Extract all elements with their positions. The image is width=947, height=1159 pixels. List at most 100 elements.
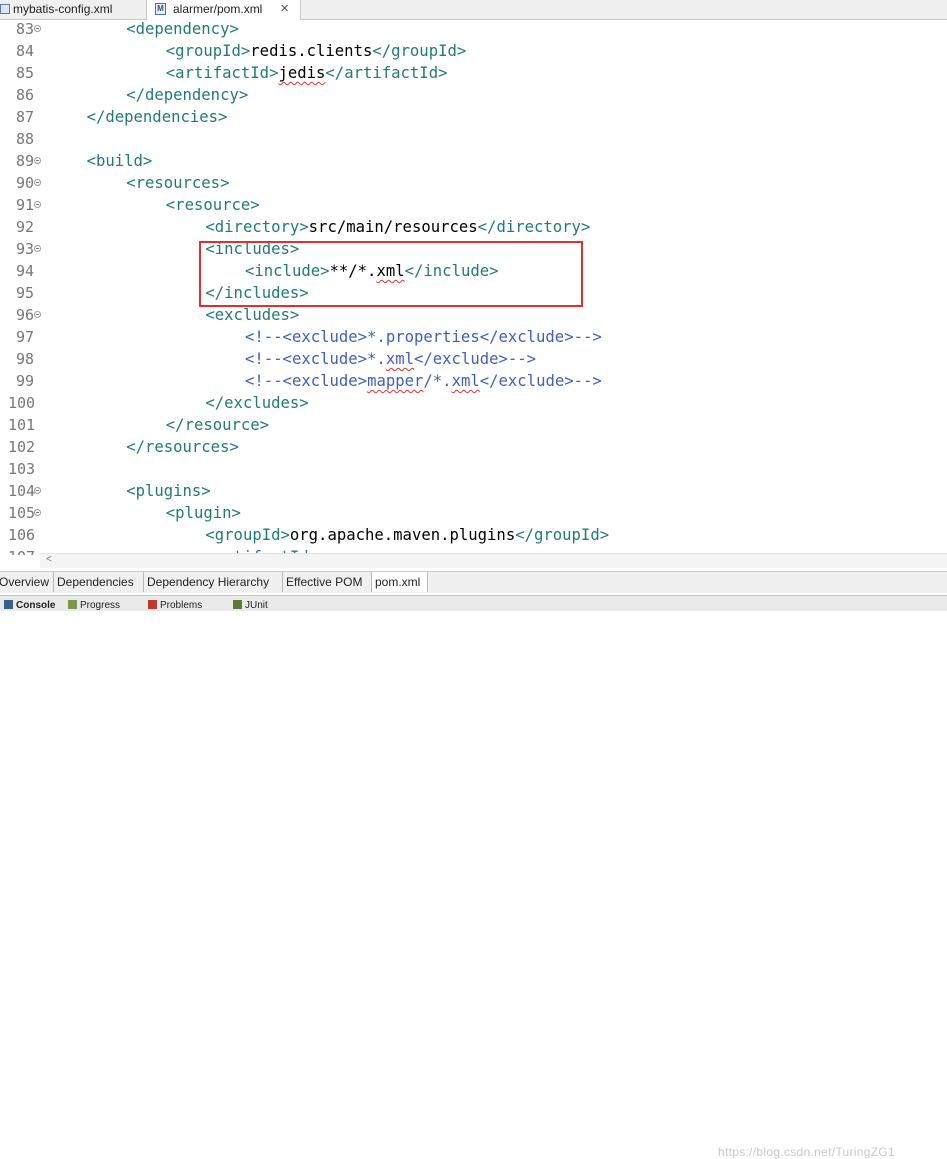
line-number: 94 (15, 262, 34, 280)
code-line[interactable]: 91 <resource> (0, 194, 947, 216)
code-text: <resources> (126, 172, 229, 194)
code-token: </exclude>--> (479, 372, 602, 390)
problems-icon (148, 600, 157, 609)
code-token: <excludes> (205, 306, 300, 324)
fold-collapse-icon[interactable] (34, 509, 41, 516)
close-icon[interactable]: ✕ (280, 0, 289, 19)
fold-collapse-icon[interactable] (34, 487, 41, 494)
code-line[interactable]: 88 (0, 128, 947, 150)
includes-highlight-box (199, 241, 583, 307)
horizontal-scrollbar[interactable]: < (40, 553, 947, 568)
code-line[interactable]: 101 </resource> (0, 414, 947, 436)
code-text: <!--<exclude>*.xml</exclude>--> (245, 348, 536, 370)
code-text: </dependencies> (87, 106, 228, 128)
code-line[interactable]: 85 <artifactId>jedis</artifactId> (0, 62, 947, 84)
code-text: <build> (87, 150, 153, 172)
line-number: 98 (15, 350, 34, 368)
line-number: 86 (15, 86, 34, 104)
code-token: <!--<exclude> (245, 372, 368, 390)
line-number: 104 (8, 482, 36, 500)
fold-collapse-icon[interactable] (34, 179, 41, 186)
editor-tab-bar: mybatis-config.xml M alarmer/pom.xml ✕ (0, 0, 947, 20)
lower-view-tab-bar: Console Progress Problems JUnit (0, 595, 947, 611)
line-number: 97 (15, 328, 34, 346)
junit-icon (233, 600, 242, 609)
code-line[interactable]: 86 </dependency> (0, 84, 947, 106)
tab-pom-xml[interactable]: M alarmer/pom.xml ✕ (146, 0, 301, 20)
code-line[interactable]: 92 <directory>src/main/resources</directo… (0, 216, 947, 238)
tab-label: Console (16, 600, 56, 611)
line-number: 95 (15, 284, 34, 302)
code-token: </dependencies> (86, 108, 228, 126)
xml-file-icon (0, 4, 10, 14)
tab-dependencies[interactable]: Dependencies (54, 572, 144, 592)
fold-collapse-icon[interactable] (34, 201, 41, 208)
code-line[interactable]: 106 <groupId>org.apache.maven.plugins</gr… (0, 524, 947, 546)
line-number: 92 (15, 218, 34, 236)
fold-collapse-icon[interactable] (34, 311, 41, 318)
tab-effective-pom[interactable]: Effective POM (283, 572, 372, 592)
code-token: <plugin> (165, 504, 241, 522)
tab-overview[interactable]: Overview (0, 572, 54, 592)
code-line[interactable]: 102 </resources> (0, 436, 947, 458)
code-token: </groupId> (372, 42, 467, 60)
tab-label: Effective POM (286, 575, 363, 589)
code-token: </directory> (477, 218, 591, 236)
tab-junit[interactable]: JUnit (233, 600, 293, 611)
code-text: <groupId>org.apache.maven.plugins</group… (205, 524, 609, 546)
tab-label: JUnit (245, 600, 268, 611)
fold-collapse-icon[interactable] (34, 245, 41, 252)
line-number: 93 (15, 240, 34, 258)
code-token: <build> (86, 152, 153, 170)
code-line[interactable]: 99 <!--<exclude>mapper/*.xml</exclude>--> (0, 370, 947, 392)
code-token: <!--<exclude>*. (245, 350, 386, 368)
code-line[interactable]: 96 <excludes> (0, 304, 947, 326)
line-number: 88 (15, 130, 34, 148)
tab-label: mybatis-config.xml (13, 2, 113, 16)
tab-mybatis-config[interactable]: mybatis-config.xml (0, 0, 146, 19)
line-number: 101 (8, 416, 36, 434)
code-line[interactable]: 89 <build> (0, 150, 947, 172)
tab-label: Problems (160, 600, 203, 611)
line-number: 99 (15, 372, 34, 390)
code-line[interactable]: 104 <plugins> (0, 480, 947, 502)
code-token: </excludes> (205, 394, 309, 412)
scroll-left-icon[interactable]: < (46, 554, 52, 565)
watermark: https://blog.csdn.net/TuringZG1 (718, 1145, 895, 1159)
code-line[interactable]: 105 <plugin> (0, 502, 947, 524)
tab-progress[interactable]: Progress (68, 600, 142, 611)
code-text: <resource> (166, 194, 260, 216)
code-line[interactable]: 84 <groupId>redis.clients</groupId> (0, 40, 947, 62)
line-number: 87 (15, 108, 34, 126)
tab-console[interactable]: Console (4, 600, 60, 611)
code-line[interactable]: 103 (0, 458, 947, 480)
tab-label: Overview (0, 575, 50, 589)
fold-collapse-icon[interactable] (34, 25, 41, 32)
tab-pom-xml-source[interactable]: pom.xml (371, 572, 428, 592)
code-line[interactable]: 83 <dependency> (0, 19, 947, 40)
code-token: </exclude>--> (414, 350, 537, 368)
line-number: 96 (15, 306, 34, 324)
progress-icon (68, 600, 77, 609)
code-line[interactable]: 98 <!--<exclude>*.xml</exclude>--> (0, 348, 947, 370)
code-line[interactable]: 97 <!--<exclude>*.properties</exclude>--> (0, 326, 947, 348)
line-number: 106 (8, 526, 36, 544)
tab-label: pom.xml (375, 575, 421, 589)
fold-collapse-icon[interactable] (34, 157, 41, 164)
line-number: 90 (15, 174, 34, 192)
code-text: <directory>src/main/resources</directory… (205, 216, 590, 238)
code-token: </resources> (126, 438, 239, 456)
code-line[interactable]: 100 </excludes> (0, 392, 947, 414)
code-text: <artifactId>jedis</artifactId> (166, 62, 448, 84)
code-token: jedis (278, 64, 326, 82)
line-number: 107 (8, 546, 35, 555)
tab-dependency-hierarchy[interactable]: Dependency Hierarchy (144, 572, 283, 592)
line-number: 102 (8, 438, 36, 456)
code-token: redis.clients (250, 42, 373, 60)
code-token: xml (451, 372, 480, 390)
tab-problems[interactable]: Problems (148, 600, 228, 611)
code-text: <!--<exclude>*.properties</exclude>--> (245, 326, 602, 348)
code-line[interactable]: 90 <resources> (0, 172, 947, 194)
code-text: <excludes> (205, 304, 299, 326)
code-line[interactable]: 87 </dependencies> (0, 106, 947, 128)
